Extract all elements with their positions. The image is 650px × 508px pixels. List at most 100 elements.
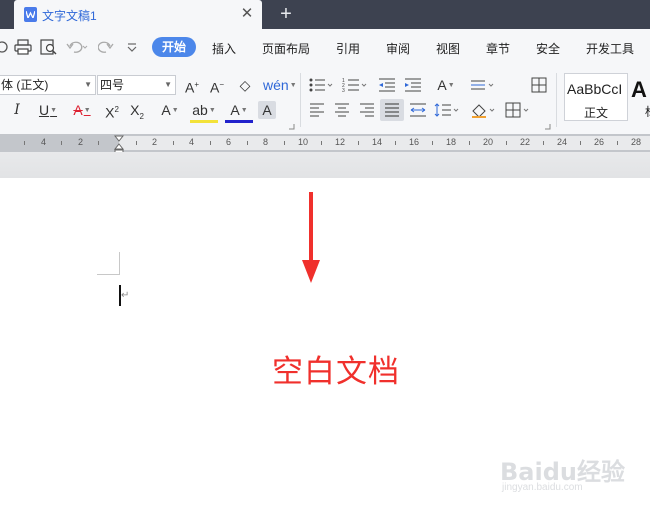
ruler-tick <box>580 141 581 145</box>
ruler-tick <box>395 141 396 145</box>
save-icon[interactable] <box>0 39 8 55</box>
style-preview: AaBbCcI <box>567 81 623 97</box>
style-heading-preview[interactable]: A <box>631 77 647 103</box>
ruler-label: 18 <box>446 137 457 147</box>
ruler-label: 26 <box>594 137 605 147</box>
tab-title: 文字文稿1 <box>42 9 97 23</box>
align-center-icon[interactable] <box>334 102 350 118</box>
svg-text:3: 3 <box>342 88 345 93</box>
ruler-label: 14 <box>372 137 383 147</box>
ruler-tick <box>321 141 322 145</box>
font-name-value: 体 (正文) <box>1 78 49 92</box>
line-spacing-sort-icon[interactable] <box>470 77 496 93</box>
align-left-icon[interactable] <box>309 102 325 118</box>
font-dialog-launcher-icon[interactable] <box>289 124 295 130</box>
ruler-text-area <box>119 136 650 150</box>
close-icon[interactable]: ✕ <box>238 5 256 23</box>
ruler-tick <box>358 141 359 145</box>
paragraph-dialog-launcher-icon[interactable] <box>545 124 551 130</box>
decrease-font-size-icon[interactable]: A− <box>208 76 226 97</box>
bullet-list-icon[interactable] <box>308 77 334 93</box>
decrease-indent-icon[interactable] <box>378 77 396 93</box>
paragraph-mark-icon: ↵ <box>121 290 130 301</box>
print-preview-icon[interactable] <box>40 39 58 55</box>
numbered-list-icon[interactable]: 123 <box>342 77 368 93</box>
new-tab-button[interactable]: + <box>276 3 296 25</box>
ruler-tick <box>136 141 137 145</box>
chevron-down-icon: ▼ <box>84 80 92 89</box>
ruler-tick <box>617 141 618 145</box>
redo-icon[interactable] <box>98 39 114 55</box>
divider <box>556 73 557 127</box>
highlight-color-icon[interactable]: ab▼ <box>190 101 218 124</box>
strikethrough-icon[interactable]: A▼ <box>68 101 96 120</box>
text-direction-icon[interactable]: A▼ <box>432 76 460 95</box>
chevron-down-icon: ▼ <box>164 80 172 89</box>
menu-developer[interactable]: 开发工具 <box>586 40 634 57</box>
ruler-label: 4 <box>189 137 195 147</box>
menu-page-layout[interactable]: 页面布局 <box>262 40 310 57</box>
menu-section[interactable]: 章节 <box>486 40 510 57</box>
style-name: 正文 <box>583 106 608 120</box>
line-spacing-icon[interactable] <box>434 102 460 118</box>
ruler-tick <box>543 141 544 145</box>
font-color-icon[interactable]: A▼ <box>225 101 253 124</box>
ruler-tick <box>210 141 211 145</box>
font-name-select[interactable]: 体 (正文) ▼ <box>0 75 96 95</box>
menu-bar: 开始 插入 页面布局 引用 审阅 视图 章节 安全 开发工具 <box>0 29 650 65</box>
subscript-icon[interactable]: X2 <box>128 101 146 126</box>
ruler-tick <box>173 141 174 145</box>
align-justify-icon <box>385 103 399 117</box>
ruler-label: 12 <box>335 137 346 147</box>
justify-button[interactable] <box>380 99 404 121</box>
watermark-url: jingyan.baidu.com <box>502 482 583 493</box>
watermark: Baidu经验 jingyan.baidu.com <box>500 452 625 493</box>
menu-references[interactable]: 引用 <box>336 40 360 57</box>
character-shading-icon[interactable]: A <box>258 101 276 119</box>
margin-corner-mark <box>119 252 120 275</box>
margin-corner-mark <box>97 274 119 275</box>
increase-indent-icon[interactable] <box>404 77 422 93</box>
underline-icon[interactable]: U▼ <box>34 101 62 120</box>
undo-icon[interactable] <box>66 39 88 55</box>
menu-review[interactable]: 审阅 <box>386 40 410 57</box>
clear-format-icon[interactable]: ◇ <box>236 76 254 94</box>
text-effects-icon[interactable]: A▼ <box>156 101 184 120</box>
ruler-tick <box>24 141 25 145</box>
phonetic-guide-icon[interactable]: wén▼ <box>263 76 297 95</box>
ruler-label: 2 <box>78 137 84 147</box>
ruler-tick <box>247 141 248 145</box>
ruler-label: 10 <box>298 137 309 147</box>
menu-security[interactable]: 安全 <box>536 40 560 57</box>
font-size-select[interactable]: 四号 ▼ <box>97 75 176 95</box>
ruler-tick <box>469 141 470 145</box>
ruler-tick <box>284 141 285 145</box>
shading-fill-icon[interactable] <box>470 102 496 118</box>
increase-font-size-icon[interactable]: A+ <box>183 76 201 97</box>
show-hide-marks-icon[interactable] <box>530 76 548 94</box>
ruler-label: 8 <box>263 137 269 147</box>
style-normal[interactable]: AaBbCcI 正文 <box>564 73 628 121</box>
style-heading-name: 标 <box>645 103 650 120</box>
italic-icon[interactable]: I <box>10 101 24 119</box>
ribbon: 体 (正文) ▼ 四号 ▼ A+ A− ◇ wén▼ I U▼ A▼ X2 X2… <box>0 65 650 134</box>
print-icon[interactable] <box>14 39 32 55</box>
align-right-icon[interactable] <box>359 102 375 118</box>
horizontal-ruler[interactable]: 4 2 2 4 6 8 10 12 14 16 18 20 22 24 26 2… <box>0 134 650 152</box>
customize-toolbar-icon[interactable] <box>126 39 138 55</box>
ruler-tick <box>506 141 507 145</box>
page-gap <box>0 152 650 178</box>
ruler-tick <box>432 141 433 145</box>
document-tab[interactable]: 文字文稿1 ✕ <box>14 0 262 29</box>
ruler-label: 16 <box>409 137 420 147</box>
menu-view[interactable]: 视图 <box>436 40 460 57</box>
divider <box>300 73 301 127</box>
menu-home-tab[interactable]: 开始 <box>152 37 196 57</box>
menu-insert[interactable]: 插入 <box>212 40 236 57</box>
borders-icon[interactable] <box>505 102 531 118</box>
ruler-label: 22 <box>520 137 531 147</box>
superscript-icon[interactable]: X2 <box>103 101 121 122</box>
ruler-label: 28 <box>631 137 642 147</box>
font-size-value: 四号 <box>100 78 125 92</box>
distributed-align-icon[interactable] <box>409 102 427 118</box>
